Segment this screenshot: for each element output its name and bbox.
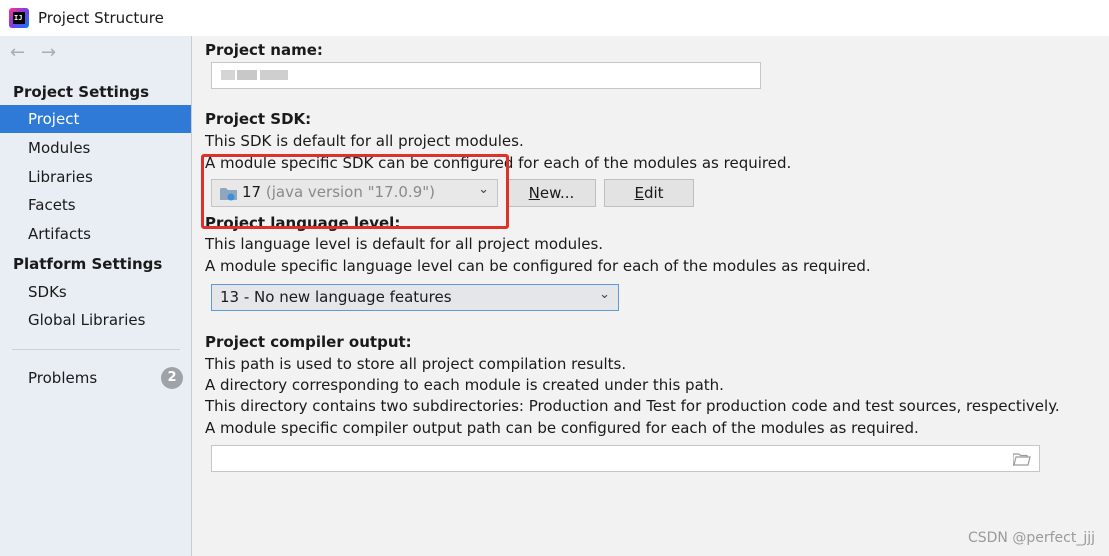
project-sdk-label: Project SDK: [205, 110, 312, 128]
language-level-selected: 13 - No new language features [220, 288, 452, 306]
compiler-output-desc-2: A directory corresponding to each module… [205, 376, 724, 394]
sidebar-item-project[interactable]: Project [0, 105, 191, 133]
compiler-output-desc-4: A module specific compiler output path c… [205, 419, 919, 437]
sidebar: ← → Project Settings Project Modules Lib… [0, 36, 192, 556]
compiler-output-desc-3: This directory contains two subdirectori… [205, 397, 1060, 415]
edit-button-mnemonic: E [634, 184, 644, 202]
sidebar-item-sdks[interactable]: SDKs [0, 278, 191, 306]
project-sdk-selected: 17 (java version "17.0.9") [242, 183, 435, 201]
redacted-text-block [260, 70, 288, 80]
compiler-output-path-input[interactable] [211, 445, 1040, 472]
compiler-output-desc-1: This path is used to store all project c… [205, 355, 627, 373]
sidebar-item-modules[interactable]: Modules [0, 134, 191, 162]
forward-arrow-icon[interactable]: → [41, 42, 56, 63]
project-sdk-dropdown[interactable]: 17 (java version "17.0.9") ⌄ [211, 179, 498, 207]
project-language-level-label: Project language level: [205, 214, 401, 232]
problems-count-badge: 2 [161, 367, 183, 389]
project-sdk-desc-2: A module specific SDK can be configured … [205, 154, 792, 172]
chevron-down-icon: ⌄ [478, 182, 489, 197]
edit-sdk-button[interactable]: Edit [604, 179, 694, 207]
window-title: Project Structure [38, 9, 164, 27]
sidebar-item-libraries[interactable]: Libraries [0, 163, 191, 191]
redacted-text-block [221, 70, 235, 80]
title-bar: IJ Project Structure [0, 0, 1109, 36]
project-sdk-desc-1: This SDK is default for all project modu… [205, 132, 524, 150]
watermark: CSDN @perfect_jjj [967, 530, 1095, 546]
project-settings-header: Project Settings [13, 83, 150, 101]
redacted-text-block [237, 70, 257, 80]
language-level-dropdown[interactable]: 13 - No new language features ⌄ [211, 284, 619, 311]
project-name-input[interactable] [211, 62, 761, 89]
sdk-folder-icon [220, 188, 237, 201]
app-icon-letters: IJ [13, 12, 25, 24]
main-panel: Project name: Project SDK: This SDK is d… [192, 36, 1109, 556]
language-level-desc-1: This language level is default for all p… [205, 235, 604, 253]
sdk-java-version: (java version "17.0.9") [265, 183, 435, 201]
project-name-label: Project name: [205, 41, 323, 59]
back-arrow-icon[interactable]: ← [10, 42, 25, 63]
browse-folder-icon[interactable] [1013, 452, 1031, 466]
new-button-mnemonic: N [528, 184, 540, 202]
new-button-suffix: ew... [539, 184, 575, 202]
sidebar-divider [12, 349, 180, 350]
sidebar-item-artifacts[interactable]: Artifacts [0, 220, 191, 248]
sidebar-item-global-libraries[interactable]: Global Libraries [0, 306, 191, 334]
project-compiler-output-label: Project compiler output: [205, 333, 412, 351]
sidebar-item-facets[interactable]: Facets [0, 191, 191, 219]
platform-settings-header: Platform Settings [13, 255, 163, 273]
language-level-desc-2: A module specific language level can be … [205, 257, 871, 275]
intellij-app-icon: IJ [9, 8, 29, 28]
chevron-down-icon: ⌄ [599, 287, 610, 302]
new-sdk-button[interactable]: New... [507, 179, 596, 207]
edit-button-suffix: dit [643, 184, 664, 202]
sdk-name: 17 [242, 183, 262, 201]
